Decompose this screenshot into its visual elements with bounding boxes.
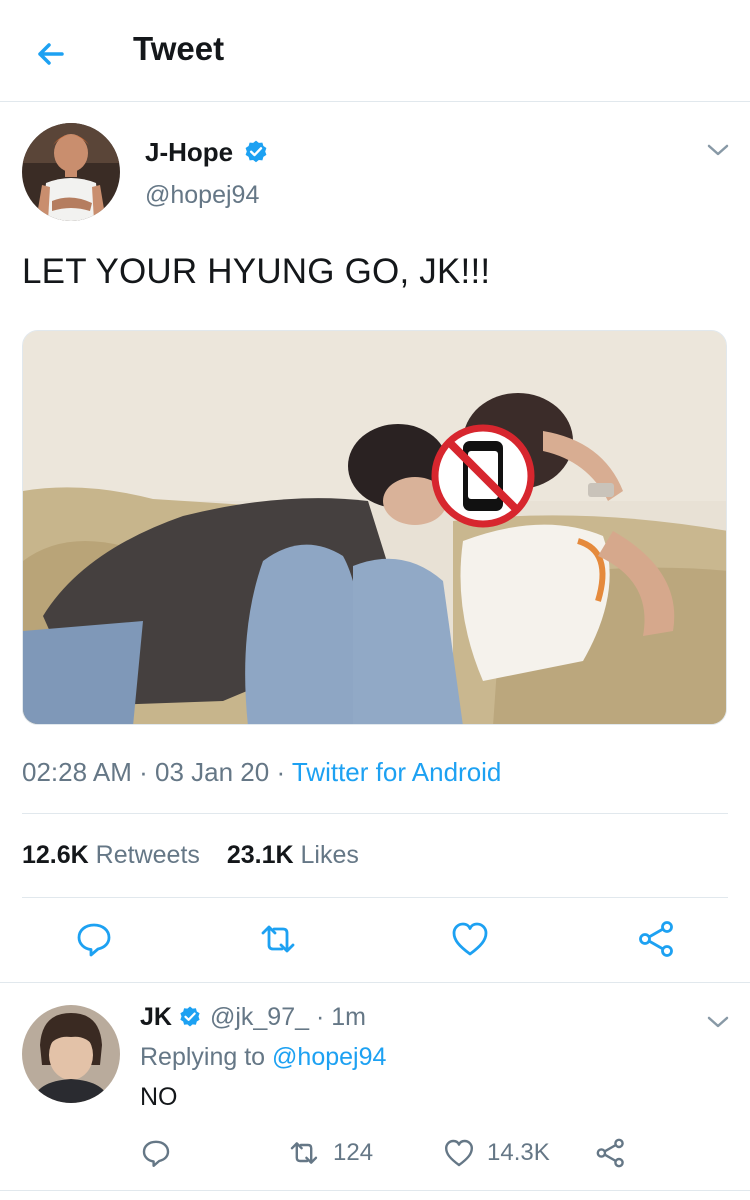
reply-header: JK @jk_97_ · 1m: [140, 1003, 366, 1032]
reply-like-count: 14.3K: [487, 1139, 550, 1166]
reply-author-handle[interactable]: @jk_97_: [210, 1003, 309, 1031]
reply-reply-button[interactable]: [140, 1135, 172, 1171]
tweet-timestamp: 02:28 AM · 03 Jan 20 · Twitter for Andro…: [22, 757, 501, 788]
verified-badge-icon: [180, 1006, 200, 1027]
page-title: Tweet: [133, 30, 225, 67]
likes-stat[interactable]: 23.1K Likes: [227, 841, 359, 869]
meta-separator: ·: [309, 1003, 332, 1031]
divider: [0, 1190, 750, 1191]
chevron-down-icon[interactable]: [705, 140, 731, 160]
tweet-date: 03 Jan 20: [154, 757, 270, 787]
retweets-stat[interactable]: 12.6K Retweets: [22, 841, 200, 869]
replying-to: Replying to @hopej94: [140, 1043, 386, 1072]
avatar[interactable]: [22, 123, 120, 221]
share-icon: [596, 1138, 624, 1168]
tweet-photo-image: [23, 331, 726, 724]
retweets-count: 12.6K: [22, 841, 89, 869]
divider: [22, 897, 728, 898]
tweet-source-link[interactable]: Twitter for Android: [292, 757, 502, 787]
reply-author-name[interactable]: JK: [140, 1003, 172, 1031]
tweet-stats: 12.6K Retweets 23.1K Likes: [22, 841, 379, 870]
avatar-photo: [22, 123, 120, 221]
retweets-label: Retweets: [95, 841, 200, 869]
reply-retweet-count: 124: [333, 1139, 374, 1166]
author-display-name[interactable]: J-Hope: [145, 137, 233, 168]
reply-text: NO: [140, 1083, 178, 1111]
retweet-icon[interactable]: [258, 919, 298, 959]
share-icon[interactable]: [637, 919, 677, 959]
chevron-down-icon[interactable]: [705, 1012, 731, 1032]
like-icon[interactable]: [450, 919, 490, 959]
top-bar: Tweet: [0, 0, 750, 102]
tweet-text: LET YOUR HYUNG GO, JK!!!: [22, 252, 491, 291]
like-icon: [445, 1139, 473, 1167]
reply-avatar[interactable]: [22, 1005, 120, 1103]
likes-label: Likes: [300, 841, 359, 869]
meta-separator: ·: [139, 757, 155, 787]
replying-to-label: Replying to: [140, 1043, 266, 1071]
divider: [0, 982, 750, 983]
reply-icon[interactable]: [74, 919, 114, 959]
reply-retweet-button[interactable]: 124: [287, 1135, 373, 1171]
tweet-time: 02:28 AM: [22, 757, 132, 787]
likes-count: 23.1K: [226, 841, 294, 869]
replying-to-mention[interactable]: @hopej94: [272, 1043, 386, 1071]
retweet-icon: [290, 1142, 318, 1164]
reply-avatar-photo: [22, 1005, 120, 1103]
back-arrow-icon[interactable]: [30, 34, 70, 74]
verified-badge-icon: [245, 140, 267, 163]
reply-like-button[interactable]: 14.3K: [443, 1135, 550, 1171]
meta-separator: ·: [276, 757, 292, 787]
reply-time: 1m: [331, 1003, 366, 1031]
author-handle[interactable]: @hopej94: [145, 181, 259, 210]
no-phone-icon: [431, 424, 535, 528]
reply-share-button[interactable]: [595, 1135, 627, 1171]
divider: [22, 813, 728, 814]
tweet-photo[interactable]: [22, 330, 727, 725]
reply-icon: [142, 1140, 170, 1167]
